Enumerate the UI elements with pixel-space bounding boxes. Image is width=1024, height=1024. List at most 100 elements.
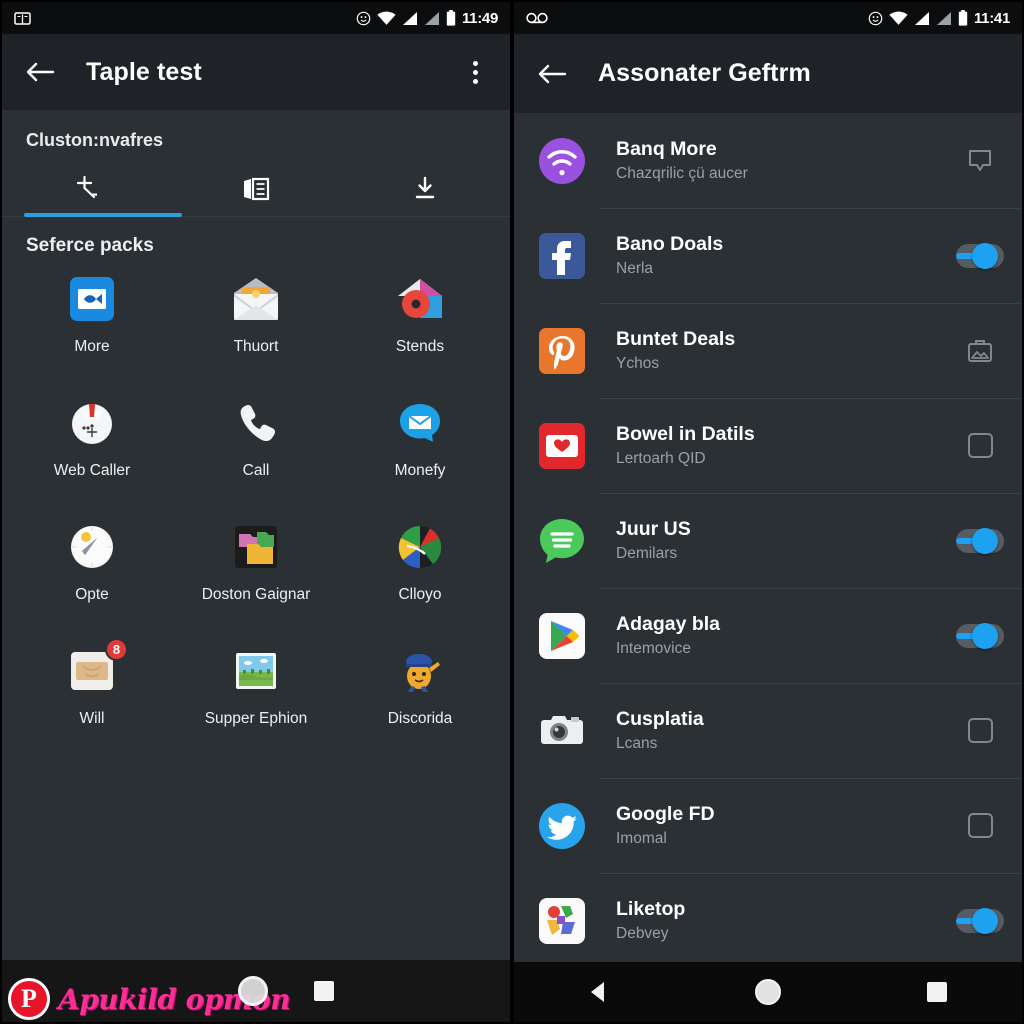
dual-screenshot-stage: 11:49 Taple test Cluston:nvafres Seferce… (0, 0, 1024, 1024)
toggle-switch[interactable] (956, 622, 1004, 649)
settings-list: Banq More Chazqrilic çü aucer Bano Doals… (514, 113, 1022, 962)
notification-badge: 8 (105, 638, 128, 661)
item-control[interactable] (956, 527, 1004, 554)
checkbox-unchecked-icon[interactable] (967, 433, 993, 458)
right-nav-bar (514, 962, 1022, 1022)
item-title: Bowel in Datils (616, 423, 755, 446)
list-item[interactable]: Liketop Debvey (514, 873, 1022, 962)
list-item[interactable]: Juur US Demilars (514, 493, 1022, 588)
item-control[interactable] (956, 338, 1004, 364)
list-item[interactable]: Adagay bla Intemovice (514, 588, 1022, 683)
item-control[interactable] (956, 813, 1004, 838)
face-icon (356, 11, 371, 26)
compass-icon (66, 521, 118, 573)
red-heart-mail-icon (536, 420, 588, 472)
app-cell[interactable]: Clloyo (338, 517, 502, 633)
app-cell[interactable]: Web Caller (10, 393, 174, 509)
red-disc-house-icon (394, 273, 446, 325)
list-item[interactable]: Cusplatia Lcans (514, 683, 1022, 778)
item-title: Juur US (616, 518, 691, 541)
tab-download[interactable] (341, 161, 510, 217)
pinterest-icon (536, 325, 588, 377)
left-clock: 11:49 (461, 9, 498, 27)
item-subtitle: Intemovice (616, 640, 691, 658)
left-status-bar: 11:49 (2, 2, 510, 34)
signal-icon (402, 11, 418, 26)
photos-collage-icon (536, 895, 588, 947)
app-label: Stends (395, 338, 445, 355)
app-cell[interactable]: 8 Will (10, 638, 174, 757)
app-cell[interactable]: Opte (10, 517, 174, 633)
white-crown-face-icon (66, 397, 118, 449)
list-item[interactable]: Buntet Deals Ychos (514, 303, 1022, 398)
toggle-switch[interactable] (956, 242, 1004, 269)
face-icon (868, 11, 883, 26)
overflow-menu-button[interactable] (458, 52, 492, 92)
app-cell[interactable]: Call (174, 393, 338, 509)
tab-active-indicator (24, 213, 182, 217)
list-item[interactable]: Banq More Chazqrilic çü aucer (514, 113, 1022, 208)
tab-scatter[interactable] (2, 161, 171, 217)
item-title: Bano Doals (616, 233, 724, 256)
list-item[interactable]: Bano Doals Nerla (514, 208, 1022, 303)
item-title: Liketop (616, 898, 686, 921)
app-cell[interactable]: More (10, 269, 174, 385)
app-label: Monefy (394, 462, 446, 479)
nav-home-button[interactable] (683, 979, 852, 1005)
nav-back-button[interactable] (514, 979, 683, 1005)
item-control[interactable] (956, 433, 1004, 458)
image-gallery-icon (967, 338, 993, 364)
item-control[interactable] (956, 242, 1004, 269)
wallet-card-icon: 8 (66, 638, 128, 697)
mascot-icon (394, 645, 446, 697)
checkbox-unchecked-icon[interactable] (967, 718, 993, 743)
app-label: Will (79, 710, 105, 727)
item-control[interactable] (956, 148, 1004, 174)
item-title: Google FD (616, 803, 715, 826)
app-grid: More Thuort Stends Web Caller Call Monef… (2, 263, 510, 757)
item-title: Cusplatia (616, 708, 704, 731)
speech-bubble-icon (967, 148, 993, 174)
app-cell[interactable]: Thuort (174, 269, 338, 385)
item-subtitle: Nerla (616, 260, 654, 278)
checkbox-unchecked-icon[interactable] (967, 813, 993, 838)
signal-2-icon (936, 11, 952, 26)
item-control[interactable] (956, 718, 1004, 743)
home-circle-icon[interactable] (238, 976, 268, 1006)
recents-square-icon (314, 981, 334, 1001)
app-cell[interactable]: Monefy (338, 393, 502, 509)
twitter-icon (536, 800, 588, 852)
nav-back-triangle-icon (590, 982, 604, 1002)
nav-recents-button[interactable] (853, 982, 1022, 1002)
item-subtitle: Chazqrilic çü aucer (616, 165, 748, 183)
item-control[interactable] (956, 907, 1004, 934)
app-cell[interactable]: Stends (338, 269, 502, 385)
pie-chart-icon (394, 521, 446, 573)
app-cell[interactable]: Discorida (338, 641, 502, 757)
app-cell[interactable]: Supper Ephion (174, 641, 338, 757)
section-label: Cluston:nvafres (26, 130, 164, 150)
list-item[interactable]: Google FD Imomal (514, 778, 1022, 873)
signal-icon (914, 11, 930, 26)
list-item[interactable]: Bowel in Datils Lertoarh QID (514, 398, 1022, 493)
app-cell[interactable]: Doston Gaignar (174, 517, 338, 633)
item-control[interactable] (956, 622, 1004, 649)
promo-badge-icon: P (8, 978, 50, 1020)
home-circle-icon (754, 979, 781, 1005)
tab-cards[interactable] (171, 161, 340, 217)
recents-square-icon (927, 982, 948, 1002)
item-title: Adagay bla (616, 613, 721, 636)
back-arrow-icon (538, 64, 567, 83)
app-label: Doston Gaignar (201, 586, 311, 603)
app-label: Call (242, 462, 270, 479)
back-button[interactable] (20, 52, 60, 92)
page-title: Taple test (86, 57, 202, 86)
download-icon (416, 176, 435, 199)
app-label: Supper Ephion (204, 710, 308, 727)
app-label: Web Caller (53, 462, 131, 479)
item-subtitle: Ychos (616, 355, 660, 373)
toggle-switch[interactable] (956, 907, 1004, 934)
toggle-switch[interactable] (956, 527, 1004, 554)
back-button[interactable] (532, 54, 572, 94)
right-status-bar: 11:41 (514, 2, 1022, 34)
